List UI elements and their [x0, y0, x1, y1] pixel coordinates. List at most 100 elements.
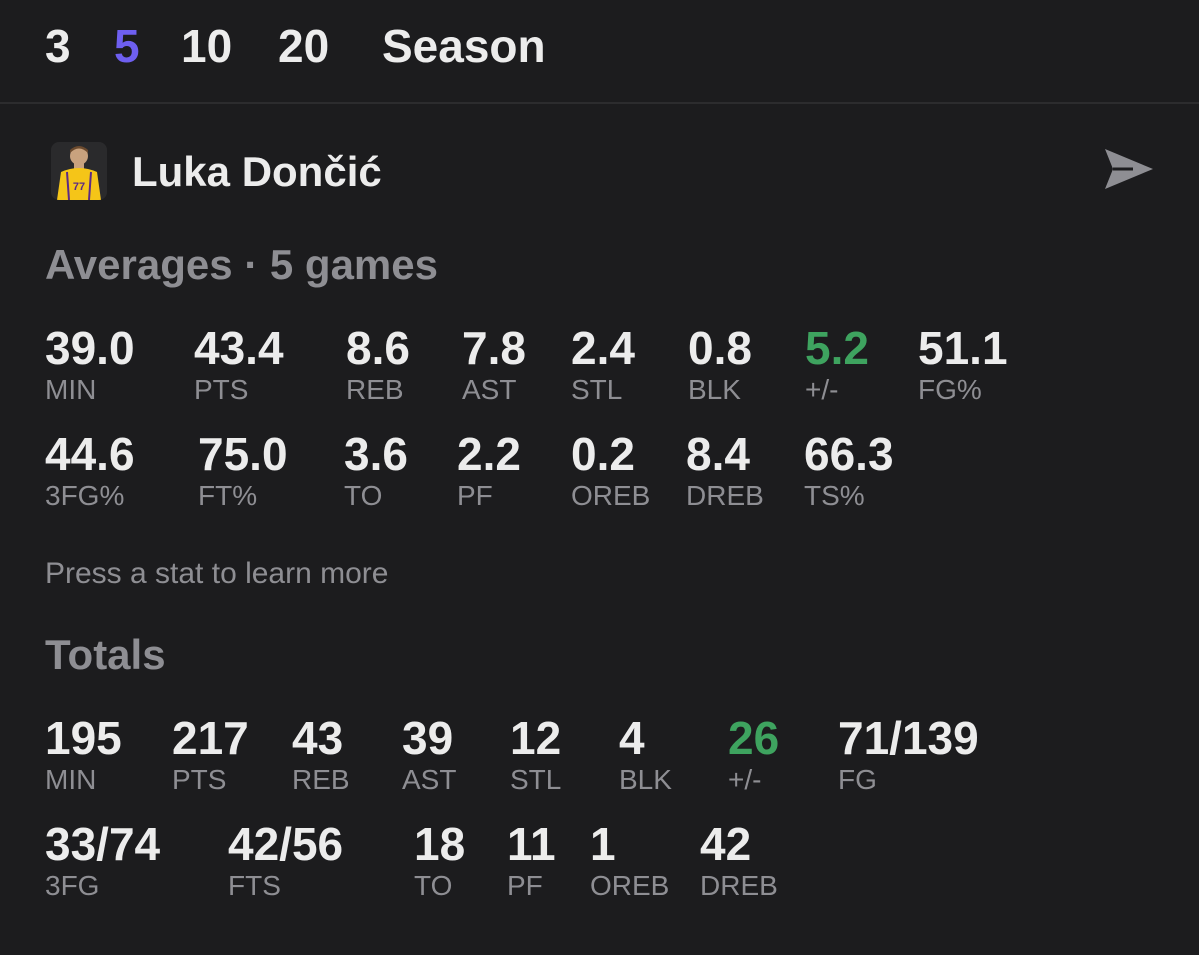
jersey-number: 77: [73, 181, 85, 193]
stat-label: REB: [346, 374, 404, 405]
stat-value: 7.8: [462, 322, 526, 374]
avg-dreb-stat[interactable]: 8.4 DREB: [686, 428, 764, 512]
stat-label: DREB: [700, 870, 778, 901]
avg-fg-pct-stat[interactable]: 51.1 FG%: [918, 322, 1008, 406]
player-avatar[interactable]: 77: [51, 142, 107, 200]
stat-value: 33/74: [45, 818, 161, 870]
stat-label: +/-: [728, 764, 762, 795]
stat-label: DREB: [686, 480, 764, 511]
avg-ast-stat[interactable]: 7.8 AST: [462, 322, 526, 406]
tot-oreb-stat[interactable]: 1 OREB: [590, 818, 669, 902]
stat-value: 42/56: [228, 818, 344, 870]
tot-blk-stat[interactable]: 4 BLK: [619, 712, 672, 796]
player-name[interactable]: Luka Dončić: [132, 147, 382, 197]
tab-3[interactable]: 3: [45, 18, 71, 74]
avg-3fg-pct-stat[interactable]: 44.6 3FG%: [45, 428, 135, 512]
totals-title: Totals: [45, 631, 166, 678]
avg-to-stat[interactable]: 3.6 TO: [344, 428, 408, 512]
stat-label: STL: [510, 764, 562, 795]
stat-label: BLK: [619, 764, 672, 795]
stat-value: 0.2: [571, 428, 635, 480]
tot-stl-stat[interactable]: 12 STL: [510, 712, 561, 796]
stat-value: 8.6: [346, 322, 410, 374]
tot-to-stat[interactable]: 18 TO: [414, 818, 465, 902]
stat-label: MIN: [45, 374, 97, 405]
stat-value: 71/139: [838, 712, 979, 764]
stat-label: TS%: [804, 480, 865, 511]
stat-label: 3FG%: [45, 480, 125, 511]
stat-value: 217: [172, 712, 249, 764]
stat-label: FG: [838, 764, 877, 795]
player-header: 77 Luka Dončić: [45, 142, 1155, 202]
stat-label: OREB: [571, 480, 651, 511]
stat-value: 5.2: [805, 322, 869, 374]
stat-label: AST: [462, 374, 517, 405]
stat-label: FT%: [198, 480, 258, 511]
tab-season[interactable]: Season: [382, 18, 546, 74]
tab-5[interactable]: 5: [114, 18, 140, 74]
stat-label: REB: [292, 764, 350, 795]
stat-label: STL: [571, 374, 623, 405]
tot-reb-stat[interactable]: 43 REB: [292, 712, 350, 796]
stat-value: 18: [414, 818, 466, 870]
stat-label: PTS: [172, 764, 227, 795]
stat-value: 42: [700, 818, 752, 870]
stat-label: OREB: [590, 870, 670, 901]
learn-more-hint[interactable]: Press a stat to learn more: [45, 556, 388, 592]
stat-value: 8.4: [686, 428, 750, 480]
stat-label: +/-: [805, 374, 839, 405]
averages-title: Averages · 5 games: [45, 241, 438, 288]
stat-label: BLK: [688, 374, 741, 405]
stat-label: TO: [414, 870, 453, 901]
range-tabs: 3 5 10 20 Season: [0, 0, 1199, 104]
avg-ts-pct-stat[interactable]: 66.3 TS%: [804, 428, 894, 512]
tab-20[interactable]: 20: [278, 18, 329, 74]
tot-dreb-stat[interactable]: 42 DREB: [700, 818, 778, 902]
stat-label: 3FG: [45, 870, 100, 901]
stat-value: 75.0: [198, 428, 288, 480]
tot-pf-stat[interactable]: 11 PF: [507, 818, 556, 902]
stat-label: FG%: [918, 374, 982, 405]
avg-plus-minus-stat[interactable]: 5.2 +/-: [805, 322, 869, 406]
stat-value: 51.1: [918, 322, 1008, 374]
tot-plus-minus-stat[interactable]: 26 +/-: [728, 712, 779, 796]
share-button[interactable]: [1103, 145, 1155, 193]
stat-label: PF: [507, 870, 543, 901]
avg-oreb-stat[interactable]: 0.2 OREB: [571, 428, 650, 512]
stat-value: 0.8: [688, 322, 752, 374]
stat-value: 2.2: [457, 428, 521, 480]
tot-min-stat[interactable]: 195 MIN: [45, 712, 122, 796]
tab-10[interactable]: 10: [181, 18, 232, 74]
stat-label: PF: [457, 480, 493, 511]
stat-value: 66.3: [804, 428, 894, 480]
avg-blk-stat[interactable]: 0.8 BLK: [688, 322, 752, 406]
stat-value: 43: [292, 712, 344, 764]
stat-value: 12: [510, 712, 562, 764]
stat-value: 44.6: [45, 428, 135, 480]
tot-pts-stat[interactable]: 217 PTS: [172, 712, 249, 796]
stat-label: AST: [402, 764, 457, 795]
stat-label: MIN: [45, 764, 97, 795]
stat-value: 2.4: [571, 322, 635, 374]
stat-label: PTS: [194, 374, 249, 405]
avg-ft-pct-stat[interactable]: 75.0 FT%: [198, 428, 288, 512]
tot-ast-stat[interactable]: 39 AST: [402, 712, 456, 796]
stat-value: 11: [507, 818, 556, 870]
stat-value: 3.6: [344, 428, 408, 480]
tot-fts-stat[interactable]: 42/56 FTS: [228, 818, 343, 902]
tot-3fg-stat[interactable]: 33/74 3FG: [45, 818, 160, 902]
stat-value: 4: [619, 712, 645, 764]
avg-pf-stat[interactable]: 2.2 PF: [457, 428, 521, 512]
tot-fg-stat[interactable]: 71/139 FG: [838, 712, 979, 796]
stat-label: FTS: [228, 870, 281, 901]
stat-value: 39: [402, 712, 454, 764]
stat-value: 39.0: [45, 322, 135, 374]
stat-value: 1: [590, 818, 616, 870]
stat-value: 43.4: [194, 322, 284, 374]
avg-pts-stat[interactable]: 43.4 PTS: [194, 322, 284, 406]
avg-reb-stat[interactable]: 8.6 REB: [346, 322, 410, 406]
stat-label: TO: [344, 480, 383, 511]
avg-stl-stat[interactable]: 2.4 STL: [571, 322, 635, 406]
avg-min-stat[interactable]: 39.0 MIN: [45, 322, 135, 406]
send-icon: [1105, 149, 1153, 189]
